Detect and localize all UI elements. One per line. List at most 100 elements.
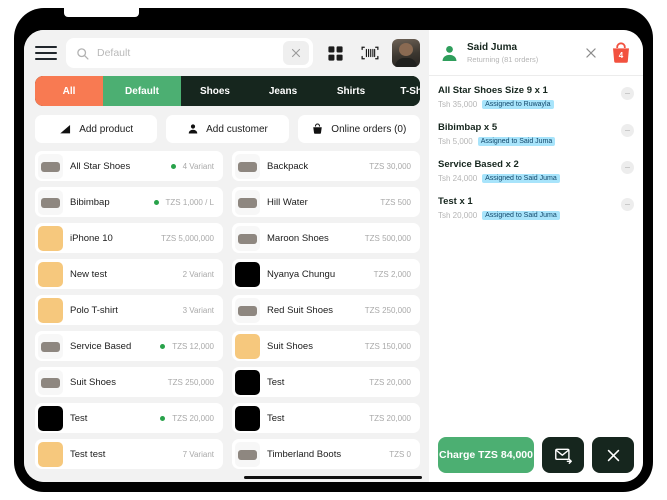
product-row[interactable]: Hill Water TZS 500 (232, 187, 420, 217)
product-row[interactable]: Service Based TZS 12,000 (35, 331, 223, 361)
product-name: Test (267, 412, 285, 424)
product-meta: TZS 250,000 (364, 305, 411, 315)
send-email-button[interactable] (542, 437, 584, 473)
product-row[interactable]: iPhone 10 TZS 5,000,000 (35, 223, 223, 253)
in-stock-dot-icon (153, 199, 159, 205)
product-name: Test (267, 376, 285, 388)
in-stock-dot-icon (160, 343, 166, 349)
cart-item-assignment-tag: Assigned to Said Juma (482, 174, 560, 183)
cart-close-icon[interactable] (581, 43, 601, 63)
category-tab-default[interactable]: Default (103, 76, 181, 106)
product-row[interactable]: Test test 7 Variant (35, 439, 223, 469)
catalog-pane: AllDefaultShoesJeansShirtsT-Shirts Add p… (24, 30, 429, 482)
cart-pane: Said Juma Returning (81 orders) 4 All St… (429, 30, 643, 482)
cart-item-remove-button[interactable] (621, 198, 634, 211)
tablet-device-frame: AllDefaultShoesJeansShirtsT-Shirts Add p… (14, 8, 653, 492)
cart-item[interactable]: Test x 1 Tsh 20,000 Assigned to Said Juma (438, 196, 634, 220)
cart-item[interactable]: Bibimbap x 5 Tsh 5,000 Assigned to Said Ju… (438, 122, 634, 146)
product-row[interactable]: New test 2 Variant (35, 259, 223, 289)
cart-item-remove-button[interactable] (621, 161, 634, 174)
cart-footer: Charge TZS 84,000 (429, 428, 643, 482)
product-row[interactable]: Polo T-shirt 3 Variant (35, 295, 223, 325)
top-bar (24, 30, 429, 74)
grid-view-icon[interactable] (322, 40, 348, 66)
category-tabs: AllDefaultShoesJeansShirtsT-Shirts (35, 76, 420, 106)
product-row[interactable]: All Star Shoes 4 Variant (35, 151, 223, 181)
category-tab-t-shirts[interactable]: T-Shirts (385, 76, 420, 106)
product-name: Maroon Shoes (267, 232, 329, 244)
cart-item-subline: Tsh 35,000 Assigned to Ruwayla (438, 100, 615, 109)
product-list-scroll[interactable]: All Star Shoes 4 Variant Bibimbap TZS 1,000… (24, 151, 429, 482)
customer-info[interactable]: Said Juma Returning (81 orders) (467, 42, 574, 64)
category-tab-shoes[interactable]: Shoes (181, 76, 249, 106)
category-tab-jeans[interactable]: Jeans (249, 76, 317, 106)
cart-item-remove-button[interactable] (621, 124, 634, 137)
product-meta: TZS 0 (389, 449, 411, 459)
cart-item-assignment-tag: Assigned to Said Juma (477, 137, 556, 146)
product-meta: 2 Variant (182, 269, 214, 279)
shopping-bag-icon[interactable]: 4 (608, 40, 634, 66)
product-meta: TZS 5,000,000 (161, 233, 214, 243)
product-row[interactable]: Backpack TZS 30,000 (232, 151, 420, 181)
product-row[interactable]: Test TZS 20,000 (232, 367, 420, 397)
product-row[interactable]: Timberland Boots TZS 0 (232, 439, 420, 469)
product-column-right: Backpack TZS 30,000 Hill Water TZS 500 Maroo… (232, 151, 420, 469)
product-meta: 7 Variant (182, 449, 214, 459)
product-row[interactable]: Suit Shoes TZS 250,000 (35, 367, 223, 397)
product-thumbnail (38, 441, 63, 467)
product-meta: TZS 500 (380, 197, 411, 207)
scroll-indicator[interactable] (244, 476, 422, 479)
add-product-button[interactable]: Add product (35, 115, 158, 143)
cart-item-title: Bibimbap x 5 (438, 122, 498, 133)
in-stock-dot-icon (170, 163, 176, 169)
cart-item-assignment-tag: Assigned to Ruwayla (482, 100, 554, 109)
product-thumbnail (235, 261, 260, 287)
cart-item-remove-button[interactable] (621, 87, 634, 100)
product-meta: 4 Variant (182, 161, 214, 171)
cart-item-details: All Star Shoes Size 9 x 1 Tsh 35,000 Assig… (438, 85, 615, 109)
cart-item-title: Test x 1 (438, 196, 473, 207)
product-name: Service Based (70, 340, 132, 352)
product-row[interactable]: Bibimbap TZS 1,000 / L (35, 187, 223, 217)
online-orders-button[interactable]: Online orders (0) (297, 115, 420, 143)
product-row[interactable]: Test TZS 20,000 (35, 403, 223, 433)
add-customer-button[interactable]: Add customer (166, 115, 289, 143)
product-row[interactable]: Suit Shoes TZS 150,000 (232, 331, 420, 361)
customer-subtitle: Returning (81 orders) (467, 55, 539, 64)
add-product-icon (59, 124, 72, 135)
cart-item[interactable]: Service Based x 2 Tsh 24,000 Assigned to S… (438, 159, 634, 183)
customer-name: Said Juma (467, 42, 518, 53)
search-input[interactable] (97, 47, 275, 59)
product-meta: TZS 2,000 (373, 269, 411, 279)
category-tab-shirts[interactable]: Shirts (317, 76, 385, 106)
product-thumbnail (235, 405, 260, 431)
product-grid: All Star Shoes 4 Variant Bibimbap TZS 1,000… (35, 151, 420, 469)
product-thumbnail (235, 441, 260, 467)
product-meta: TZS 1,000 / L (165, 197, 214, 207)
app-screen: AllDefaultShoesJeansShirtsT-Shirts Add p… (24, 30, 643, 482)
user-avatar[interactable] (392, 39, 420, 67)
hamburger-menu-icon[interactable] (35, 43, 57, 63)
product-thumbnail (38, 225, 63, 251)
product-meta: TZS 20,000 (172, 413, 214, 423)
barcode-scan-icon[interactable] (357, 40, 383, 66)
product-row[interactable]: Nyanya Chungu TZS 2,000 (232, 259, 420, 289)
search-icon (76, 47, 89, 60)
product-thumbnail (235, 333, 260, 359)
cart-header: Said Juma Returning (81 orders) 4 (429, 30, 643, 76)
close-icon (605, 447, 622, 464)
cart-badge-count: 4 (618, 51, 624, 60)
cart-item-subline: Tsh 5,000 Assigned to Said Juma (438, 137, 615, 146)
search-clear-icon[interactable] (283, 41, 309, 65)
product-row[interactable]: Red Suit Shoes TZS 250,000 (232, 295, 420, 325)
cart-item[interactable]: All Star Shoes Size 9 x 1 Tsh 35,000 Assig… (438, 85, 634, 109)
product-thumbnail (38, 405, 63, 431)
search-bar[interactable] (66, 38, 313, 68)
product-row[interactable]: Test TZS 20,000 (232, 403, 420, 433)
cancel-sale-button[interactable] (592, 437, 634, 473)
product-row[interactable]: Maroon Shoes TZS 500,000 (232, 223, 420, 253)
category-tab-all[interactable]: All (35, 76, 103, 106)
charge-button[interactable]: Charge TZS 84,000 (438, 437, 534, 473)
cart-item-subline: Tsh 20,000 Assigned to Said Juma (438, 211, 615, 220)
product-meta: 3 Variant (182, 305, 214, 315)
